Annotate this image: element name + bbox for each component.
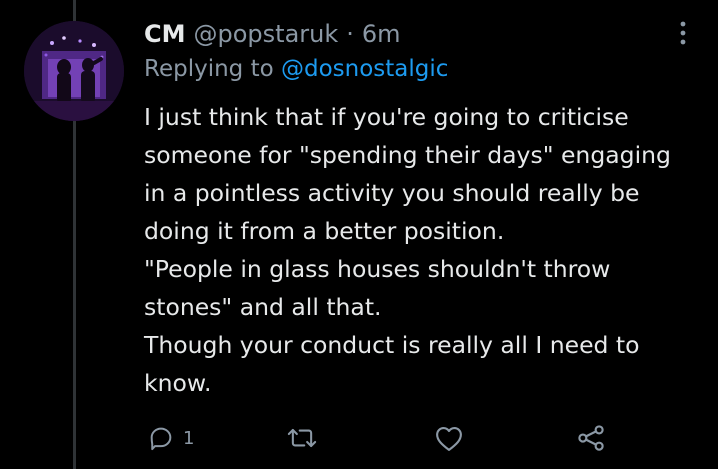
more-dots-icon xyxy=(680,21,686,45)
tweet-text: I just think that if you're going to cri… xyxy=(144,98,704,402)
tweet-text-line: doing it from a better position. xyxy=(144,217,505,245)
replying-to-handle-link[interactable]: @dosnostalgic xyxy=(281,56,448,82)
like-button[interactable] xyxy=(434,420,472,456)
tweet-actions: 1 xyxy=(0,420,718,460)
avatar[interactable] xyxy=(24,21,124,121)
tweet-header: CM @popstaruk · 6m xyxy=(144,16,401,52)
tweet-text-line: "People in glass houses shouldn't throw xyxy=(144,255,611,283)
tweet-text-line: in a pointless activity you should reall… xyxy=(144,179,640,207)
tweet-timestamp[interactable]: 6m xyxy=(362,20,401,48)
heart-icon xyxy=(436,426,462,451)
more-options-button[interactable] xyxy=(666,16,700,50)
reply-count: 1 xyxy=(183,427,195,449)
retweet-button[interactable] xyxy=(286,420,326,456)
tweet-text-line: stones" and all that. xyxy=(144,293,382,321)
replying-to: Replying to @dosnostalgic xyxy=(144,56,448,82)
replying-to-label: Replying to xyxy=(144,56,274,82)
reply-bubble-icon xyxy=(150,427,172,451)
author-handle[interactable]: @popstaruk xyxy=(194,20,339,48)
header-separator: · xyxy=(346,20,354,48)
tweet-text-line: Though your conduct is really all I need… xyxy=(144,331,640,359)
author-name[interactable]: CM xyxy=(144,20,186,48)
share-icon xyxy=(578,425,604,451)
share-button[interactable] xyxy=(576,420,606,456)
tweet-text-line: know. xyxy=(144,369,212,397)
reply-button[interactable]: 1 xyxy=(147,420,194,456)
retweet-icon xyxy=(287,428,317,448)
tweet-text-line: I just think that if you're going to cri… xyxy=(144,103,629,131)
avatar-photo xyxy=(24,21,124,121)
tweet-text-line: someone for "spending their days" engagi… xyxy=(144,141,671,169)
